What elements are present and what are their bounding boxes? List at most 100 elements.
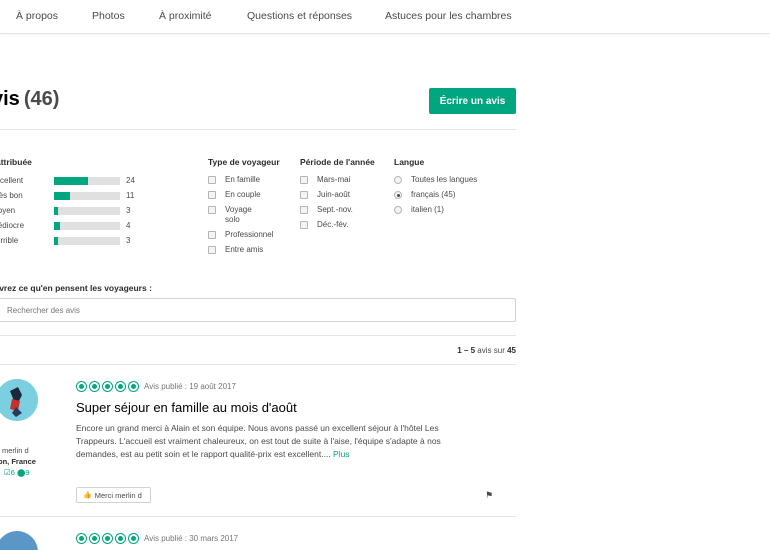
avatar-photo-icon: [0, 379, 38, 421]
checkbox-label: En famille: [225, 175, 261, 184]
tab-room-tips[interactable]: Astuces pour les chambres: [385, 10, 512, 22]
rating-label: orrible: [0, 236, 19, 245]
pagination-middle: avis sur: [475, 346, 508, 355]
divider: [0, 335, 516, 336]
rating-bar: [54, 192, 120, 200]
write-review-button[interactable]: Écrire un avis: [429, 88, 516, 114]
bubble-rating: [76, 381, 140, 393]
bubble-icon: [115, 533, 126, 544]
checkbox[interactable]: [300, 176, 308, 184]
review-body: Encore un grand merci à Alain et son équ…: [76, 422, 456, 461]
checkbox-label: En couple: [225, 190, 261, 199]
search-reviews-input[interactable]: [0, 298, 516, 322]
user-stats: ☑6 ⬤9: [4, 468, 30, 477]
period-title: Période de l'année: [300, 157, 375, 167]
rating-bar-fill: [54, 207, 59, 215]
checkbox-label: Entre amis: [225, 245, 264, 254]
rating-row-terrible[interactable]: orrible 3: [0, 235, 150, 247]
thank-button[interactable]: 👍 Merci merlin d: [76, 487, 151, 503]
checkbox-label: Mars-mai: [317, 175, 351, 184]
rating-count: 24: [126, 176, 135, 185]
rating-label: loyen: [0, 206, 16, 215]
pagination-summary: 1 – 5 avis sur 45: [440, 346, 516, 355]
language-title: Langue: [394, 157, 425, 167]
radio-label: Toutes les langues: [411, 175, 478, 184]
checkbox-label: Sept.-nov.: [317, 205, 353, 214]
divider: [0, 516, 516, 517]
review-title[interactable]: Super séjour en famille au mois d'août: [76, 400, 297, 415]
radio[interactable]: [394, 206, 402, 214]
user-name[interactable]: merlin d: [2, 446, 29, 455]
pagination-range: 1 – 5: [457, 346, 476, 355]
rating-bar-fill: [54, 222, 60, 230]
divider: [0, 129, 516, 130]
pagination-total: 45: [507, 346, 516, 355]
rating-bar: [54, 237, 120, 245]
reviews-heading: vis(46): [0, 88, 59, 111]
checkbox[interactable]: [208, 246, 216, 254]
rating-row-very-good[interactable]: rès bon 11: [0, 190, 150, 202]
rating-bar-fill: [54, 177, 89, 185]
user-avatar[interactable]: [0, 379, 38, 421]
rating-label: lédiocre: [0, 221, 25, 230]
rating-bar: [54, 207, 120, 215]
read-more-link[interactable]: Plus: [333, 449, 350, 459]
checkbox[interactable]: [300, 221, 308, 229]
rating-row-poor[interactable]: lédiocre 4: [0, 220, 150, 232]
checkbox[interactable]: [208, 231, 216, 239]
rating-filter-title: attribuée: [0, 157, 32, 167]
reviews-count: (46): [23, 88, 60, 110]
checkbox[interactable]: [208, 176, 216, 184]
checkbox[interactable]: [300, 206, 308, 214]
reviews-title: vis: [0, 88, 20, 110]
rating-count: 4: [126, 221, 131, 230]
checkbox[interactable]: [300, 191, 308, 199]
tab-qa[interactable]: Questions et réponses: [247, 10, 352, 22]
checkbox[interactable]: [208, 206, 216, 214]
review-text: Encore un grand merci à Alain et son équ…: [76, 423, 441, 459]
radio-label: italien (1): [411, 205, 444, 214]
rating-label: xcellent: [0, 176, 24, 185]
bubble-icon: [128, 381, 139, 392]
checkbox-label: Déc.-fév.: [317, 220, 349, 229]
checkbox-label: Juin-août: [317, 190, 350, 199]
rating-count: 3: [126, 206, 131, 215]
traveler-type-title: Type de voyageur: [208, 157, 280, 167]
rating-label: rès bon: [0, 191, 23, 200]
rating-bar: [54, 177, 120, 185]
user-location: on, France: [0, 457, 36, 466]
bubble-icon: [128, 533, 139, 544]
bubble-icon: [76, 533, 87, 544]
bubble-icon: [115, 381, 126, 392]
checkbox-label: Voyage solo: [225, 205, 252, 224]
rating-count: 3: [126, 236, 131, 245]
checkbox-label: Professionnel: [225, 230, 274, 239]
top-nav: À propos Photos À proximité Questions et…: [0, 0, 770, 34]
rating-bar-fill: [54, 237, 59, 245]
bubble-icon: [89, 533, 100, 544]
thumbs-up-icon: 👍: [83, 492, 92, 499]
rating-count: 11: [126, 191, 135, 200]
tab-nearby[interactable]: À proximité: [159, 10, 212, 22]
search-label: uvrez ce qu'en pensent les voyageurs :: [0, 283, 152, 293]
flag-icon[interactable]: ⚑: [485, 490, 493, 501]
review-date: Avis publié : 19 août 2017: [144, 382, 236, 391]
tab-photos[interactable]: Photos: [92, 10, 125, 22]
radio-label: français (45): [411, 190, 456, 199]
bubble-rating: [76, 533, 140, 545]
bubble-icon: [89, 381, 100, 392]
radio-selected[interactable]: [394, 191, 402, 199]
rating-row-excellent[interactable]: xcellent 24: [0, 175, 150, 187]
bubble-icon: [102, 533, 113, 544]
bubble-icon: [76, 381, 87, 392]
rating-bar: [54, 222, 120, 230]
review-date: Avis publié : 30 mars 2017: [144, 534, 239, 543]
rating-row-average[interactable]: loyen 3: [0, 205, 150, 217]
rating-bar-fill: [54, 192, 70, 200]
tab-about[interactable]: À propos: [16, 10, 58, 22]
radio[interactable]: [394, 176, 402, 184]
user-avatar[interactable]: [0, 531, 38, 550]
checkbox[interactable]: [208, 191, 216, 199]
thank-label: Merci merlin d: [94, 490, 142, 500]
divider: [0, 364, 516, 365]
